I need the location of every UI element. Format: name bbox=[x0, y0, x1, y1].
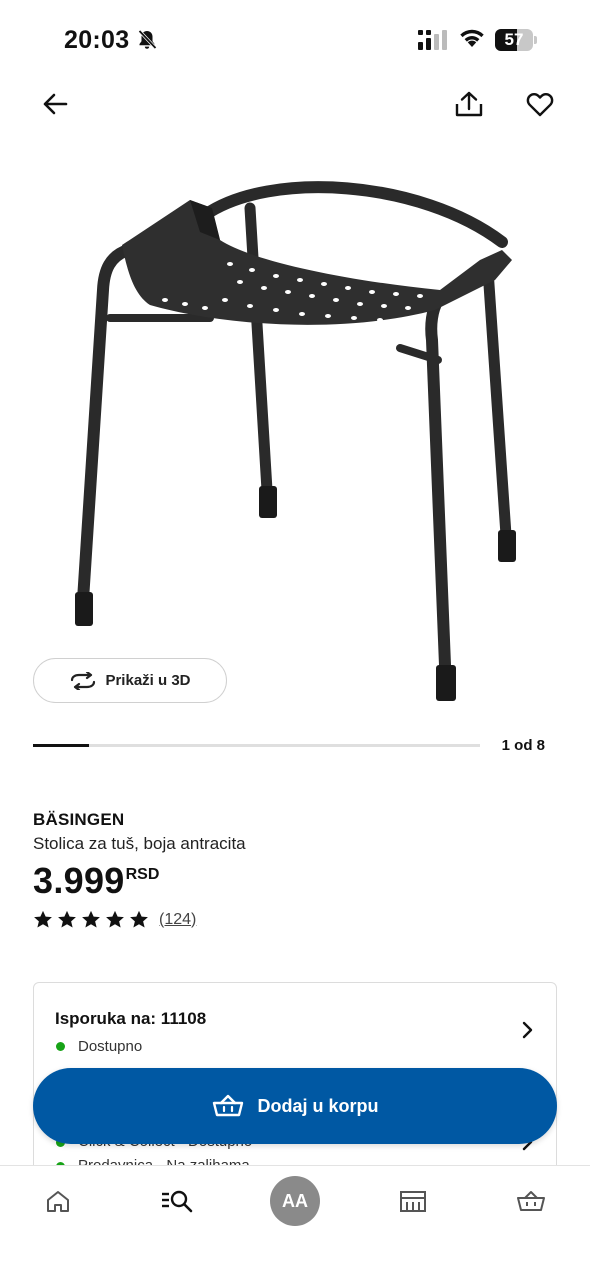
arrow-left-icon bbox=[43, 93, 68, 115]
add-to-cart-button[interactable]: Dodaj u korpu bbox=[33, 1068, 557, 1144]
avatar[interactable]: AA bbox=[270, 1176, 320, 1226]
view-3d-button[interactable]: Prikaži u 3D bbox=[33, 658, 227, 703]
rating-stars bbox=[33, 910, 149, 929]
bell-muted-icon bbox=[138, 29, 157, 50]
heart-icon bbox=[526, 93, 554, 117]
bottom-nav: AA bbox=[0, 1165, 590, 1280]
star-icon bbox=[82, 910, 100, 928]
gallery-progress bbox=[33, 744, 480, 747]
star-icon bbox=[106, 910, 124, 928]
price-value: 3.999 bbox=[33, 860, 125, 901]
delivery-title: Isporuka na: 11108 bbox=[55, 1009, 207, 1028]
gallery-progress-fill bbox=[33, 744, 89, 747]
status-bar: 20:03 57 bbox=[0, 0, 590, 80]
home-icon bbox=[47, 1191, 69, 1212]
wifi-icon bbox=[460, 29, 484, 47]
view-3d-label: Prikaži u 3D bbox=[105, 672, 191, 689]
star-icon bbox=[34, 910, 52, 928]
chevron-right-icon[interactable] bbox=[522, 1021, 534, 1039]
rating[interactable]: (124) bbox=[33, 910, 196, 929]
product-image[interactable] bbox=[40, 160, 550, 720]
status-time: 20:03 bbox=[64, 26, 130, 54]
delivery-status-dot bbox=[56, 1042, 65, 1051]
signal-icon bbox=[418, 30, 447, 50]
product-description: Stolica za tuš, boja antracita bbox=[33, 834, 246, 853]
share-icon bbox=[455, 91, 483, 117]
basket-icon bbox=[517, 1191, 545, 1211]
delivery-status: Dostupno bbox=[78, 1038, 143, 1055]
search-list-icon bbox=[162, 1190, 193, 1213]
nav-search[interactable] bbox=[147, 1176, 207, 1226]
favorite-button[interactable] bbox=[518, 82, 562, 126]
battery-indicator: 57 bbox=[495, 29, 537, 51]
product-price: 3.999 RSD bbox=[33, 860, 159, 902]
review-count[interactable]: (124) bbox=[159, 911, 196, 929]
star-icon bbox=[130, 910, 148, 928]
battery-level-text: 57 bbox=[504, 30, 524, 49]
shopping-basket-icon bbox=[212, 1094, 243, 1117]
price-currency: RSD bbox=[125, 866, 160, 883]
nav-store[interactable] bbox=[383, 1176, 443, 1226]
nav-home[interactable] bbox=[28, 1176, 88, 1226]
star-icon bbox=[58, 910, 76, 928]
add-to-cart-label: Dodaj u korpu bbox=[257, 1095, 379, 1116]
nav-basket[interactable] bbox=[501, 1176, 561, 1226]
store-icon bbox=[400, 1191, 426, 1212]
gallery-counter: 1 od 8 bbox=[501, 737, 545, 754]
back-button[interactable] bbox=[33, 82, 77, 126]
share-button[interactable] bbox=[447, 82, 491, 126]
product-name: BÄSINGEN bbox=[33, 810, 125, 829]
rotate-3d-icon bbox=[71, 671, 96, 690]
